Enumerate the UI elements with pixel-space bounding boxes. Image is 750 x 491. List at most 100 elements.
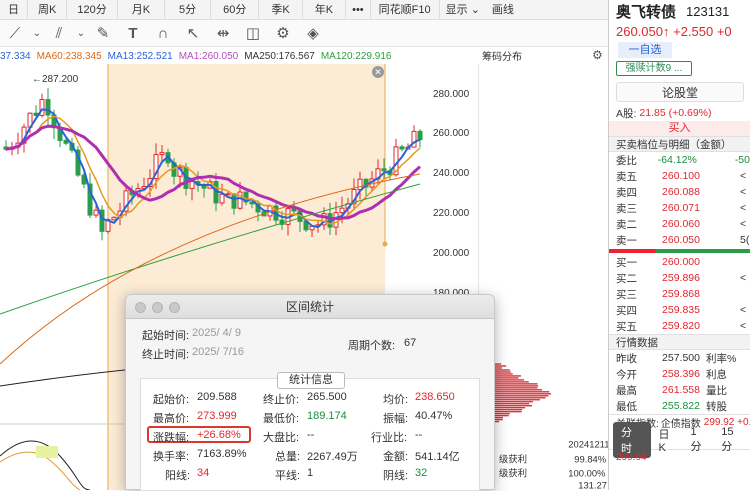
ask-price: 260.100 (662, 170, 700, 182)
parallel-lines-icon[interactable]: ⫽ (44, 25, 74, 42)
candle-body (417, 130, 423, 141)
candle-body (339, 207, 345, 214)
pen-icon[interactable]: ✎ (88, 24, 118, 42)
svg-text:✕: ✕ (374, 67, 382, 77)
bid-row[interactable]: 买二 259.896 < (609, 270, 750, 286)
change-value: +26.68% (197, 429, 241, 441)
add-watchlist-button[interactable]: 一自选 (618, 42, 672, 58)
minimize-window-button[interactable] (152, 302, 163, 313)
ask-row[interactable]: 卖五 260.100 < (609, 168, 750, 184)
bid-row[interactable]: 买五 259.820 < (609, 318, 750, 334)
ask-row[interactable]: 卖三 260.071 < (609, 200, 750, 216)
bid-level: 买四 (616, 304, 637, 317)
magnet-icon[interactable]: ∩ (148, 25, 178, 42)
ask-volume: < (740, 186, 747, 198)
quote-value: 261.558 (662, 384, 700, 396)
tab-period-1[interactable]: 周K (28, 0, 68, 20)
f10-button[interactable]: 同花顺F10 (371, 0, 440, 20)
close-range-icon[interactable]: ✕ (372, 66, 384, 78)
tab-period-7[interactable]: 年K (303, 0, 347, 20)
quote-label: 今开 (616, 368, 637, 381)
bid-row[interactable]: 买四 259.835 < (609, 302, 750, 318)
quote-label: 最高 (616, 384, 637, 397)
trend-line-icon[interactable]: ⟋ (0, 25, 30, 42)
dialog-titlebar[interactable]: 区间统计 (126, 295, 494, 319)
candle-body (189, 181, 195, 189)
ask-level: 卖五 (616, 170, 637, 183)
display-menu[interactable]: 显示 ⌄ (440, 0, 486, 20)
drawing-toolbar: ⟋ ⌄ ⫽ ⌄ ✎ T ∩ ↖ ⇹ ◫ ⚙ ◈ (0, 20, 608, 47)
bid-row[interactable]: 买三 259.868 (609, 286, 750, 302)
bid-price: 259.868 (662, 288, 700, 300)
quote-value: 255.822 (662, 400, 700, 412)
tab-period-3[interactable]: 月K (118, 0, 166, 20)
tab-period-2[interactable]: 120分 (67, 0, 118, 20)
chip-distribution-chart: 20241211 级获利 99.84% 级获利 100.00% 131.27 (478, 64, 608, 490)
price-tick-3: 220.000 (433, 208, 470, 219)
layers-icon[interactable]: ◈ (298, 24, 328, 42)
tab-period-4[interactable]: 5分 (165, 0, 212, 20)
bid-price: 259.835 (662, 304, 700, 316)
buy-button[interactable]: 买入 (609, 121, 750, 136)
end-price-label: 终止价: (263, 394, 300, 406)
weibi-row: 委比 -64.12% -50 (609, 152, 750, 168)
chip-date: 20241211 (568, 439, 608, 450)
draw-line-button[interactable]: 画线 (486, 0, 520, 20)
erase-icon[interactable]: ◫ (238, 24, 268, 42)
bid-volume: < (740, 320, 747, 332)
ma250-label: MA250:176.567 (244, 50, 315, 62)
stats-panel: 起始价: 209.588 终止价: 265.500 均价: 238.650 最高… (140, 378, 480, 491)
ask-row[interactable]: 卖一 260.050 5( (609, 232, 750, 248)
stats-info-button[interactable]: 统计信息 (277, 372, 345, 389)
ask-level: 卖四 (616, 186, 637, 199)
avg-price-label: 均价: (383, 394, 409, 406)
start-price-value: 209.588 (197, 391, 237, 403)
tab-period-0[interactable]: 日 (0, 0, 28, 20)
tab-daily[interactable]: 日K (653, 424, 683, 456)
tab-15min[interactable]: 15分 (715, 424, 750, 456)
ask-volume: < (740, 202, 747, 214)
dialog-title: 区间统计 (285, 300, 334, 314)
start-time-value[interactable]: 2025/ 4/ 9 (192, 327, 241, 339)
ask-row[interactable]: 卖四 260.088 < (609, 184, 750, 200)
bid-row[interactable]: 买一 260.000 (609, 254, 750, 270)
text-icon[interactable]: T (118, 25, 148, 42)
chevron-down-icon[interactable]: ⌄ (74, 28, 88, 39)
bid-price: 260.000 (662, 256, 700, 268)
weibi-value: -64.12% (657, 154, 697, 166)
forum-button[interactable]: 论股堂 (616, 82, 744, 102)
bid-ask-ratio-bar (609, 249, 750, 253)
candle-body (63, 139, 69, 144)
expand-icon[interactable]: ⇹ (208, 24, 238, 42)
ma-first: 37.334 (0, 50, 31, 62)
gear-icon[interactable]: ⚙ (268, 24, 298, 42)
chevron-down-icon[interactable]: ⌄ (30, 28, 44, 39)
candle-body (45, 99, 51, 116)
price-tick-4: 200.000 (433, 248, 470, 259)
chip-row3-value: 131.27 (578, 479, 607, 490)
amount-value: 541.14亿 (415, 451, 460, 463)
start-price-label: 起始价: (153, 394, 190, 406)
chip-row1-value: 99.84% (574, 454, 607, 465)
a-share-value: 21.85 (+0.69%) (639, 107, 712, 119)
ask-row[interactable]: 卖二 260.060 < (609, 216, 750, 232)
ask-list: 卖五 260.100 < 卖四 260.088 < 卖三 260.071 < 卖二 260.060 <… (609, 168, 750, 248)
quote-label: 最低 (616, 400, 637, 413)
bid-list: 买一 260.000 买二 259.896 < 买三 259.868 买四 259.835 < 买五… (609, 254, 750, 334)
period-count-label: 周期个数: (348, 340, 396, 352)
end-time-value[interactable]: 2025/ 7/16 (192, 346, 244, 358)
tab-period-6[interactable]: 季K (259, 0, 303, 20)
bid-price: 259.896 (662, 272, 700, 284)
market-ratio-value: -- (307, 429, 315, 441)
tab-period-5[interactable]: 60分 (211, 0, 260, 20)
pointer-icon[interactable]: ↖ (178, 24, 208, 42)
more-periods-button[interactable]: ••• (346, 0, 371, 20)
tab-1min[interactable]: 1分 (684, 424, 713, 456)
price-tick-1: 260.000 (433, 128, 470, 139)
strong-redeem-badge[interactable]: 强赎计数9 ... (616, 61, 692, 76)
zoom-window-button[interactable] (169, 302, 180, 313)
industry-ratio-label: 行业比: (371, 432, 408, 444)
gear-icon[interactable]: ⚙ (592, 48, 603, 62)
close-window-button[interactable] (135, 302, 146, 313)
stock-price: 260.050↑ +2.550 +0 (616, 24, 732, 39)
